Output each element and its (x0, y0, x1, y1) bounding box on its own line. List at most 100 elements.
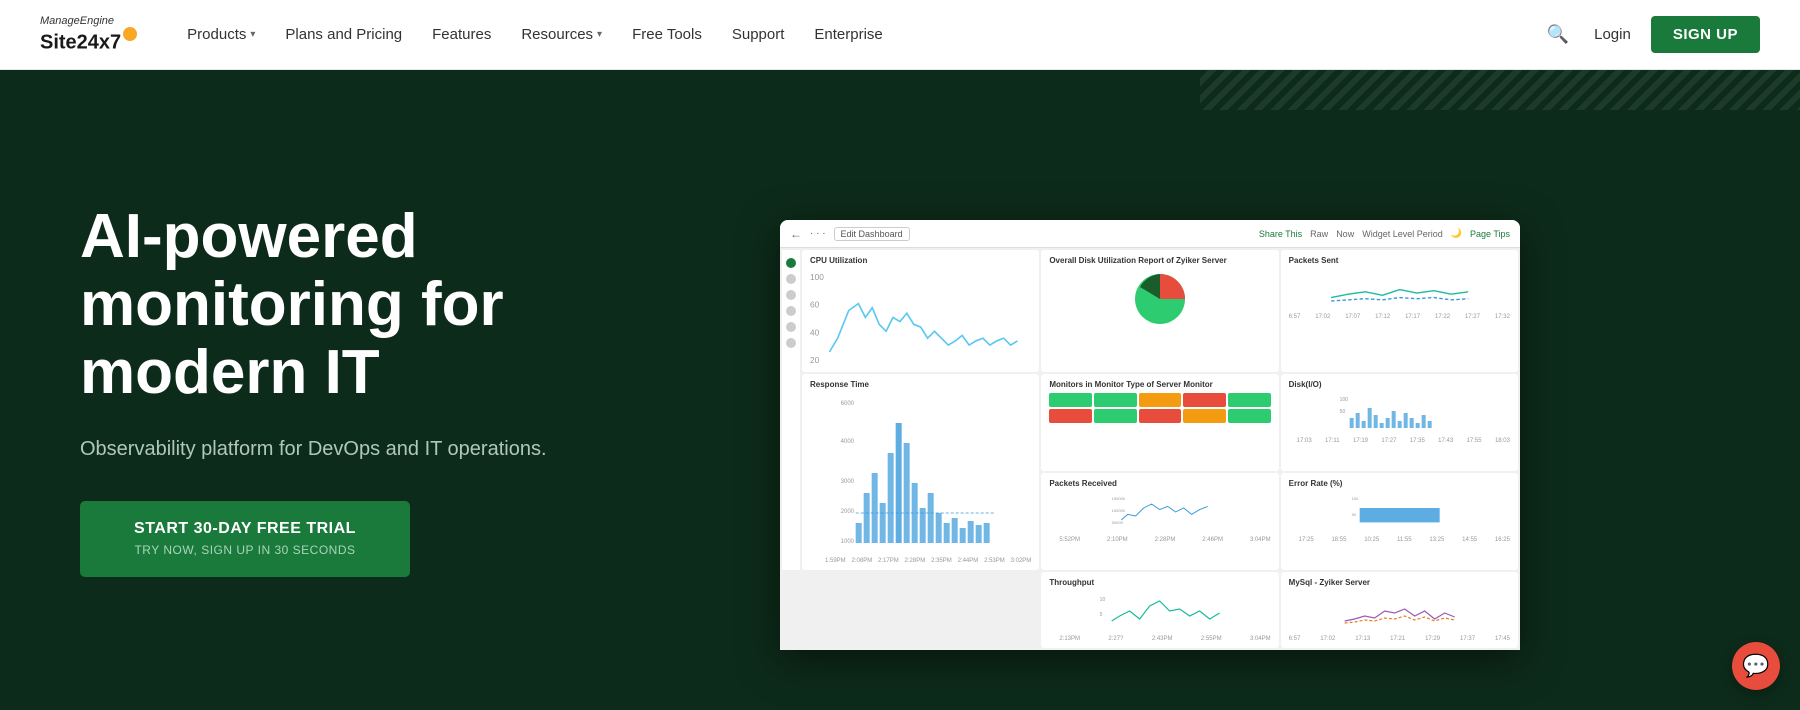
sidebar-dot[interactable] (786, 290, 796, 300)
disk-io-labels: 17:0317:1117:1917:2717:3517:4317:5518:03 (1289, 438, 1510, 444)
monitor-cell (1139, 409, 1182, 423)
dashboard-controls: Share This Raw Now Widget Level Period 🌙… (1259, 228, 1510, 239)
nav-item-support[interactable]: Support (732, 26, 785, 43)
nav-item-features[interactable]: Features (432, 26, 491, 43)
svg-text:1000: 1000 (841, 539, 855, 545)
svg-text:60: 60 (810, 300, 820, 310)
throughput-card: Throughput 10 5 2:13PM2:27?2:43PM2:55PM3… (1041, 572, 1278, 648)
packets-recv-labels: 5:52PM2:10PM2:28PM2:46PM3:04PM (1049, 537, 1270, 543)
mysql-labels: 6:5717:0217:1317:2117:2917:3717:45 (1289, 636, 1510, 642)
page-tips[interactable]: Page Tips (1470, 229, 1510, 239)
packets-received-card: Packets Received 150000 100000 50000 5:5… (1041, 473, 1278, 570)
nav-item-plans[interactable]: Plans and Pricing (285, 26, 402, 43)
disk-io-chart: 100 50 (1289, 393, 1510, 433)
dashboard-dots: · · · (810, 228, 826, 239)
chat-widget[interactable]: 💬 (1732, 642, 1780, 690)
mysql-chart (1289, 591, 1510, 631)
cta-trial-button[interactable]: START 30-DAY FREE TRIAL TRY NOW, SIGN UP… (80, 501, 410, 577)
view-raw: Raw (1310, 229, 1328, 239)
monitors-card: Monitors in Monitor Type of Server Monit… (1041, 374, 1278, 471)
monitor-cell (1183, 393, 1226, 407)
sidebar-dot[interactable] (786, 322, 796, 332)
monitor-cell (1049, 393, 1092, 407)
packets-recv-title: Packets Received (1049, 479, 1270, 488)
dashboard-mockup: ← · · · Edit Dashboard Share This Raw No… (780, 220, 1520, 650)
error-rate-card: Error Rate (%) 100 50 17:2518:5510:2511:… (1281, 473, 1518, 570)
cpu-utilization-card: CPU Utilization 100 60 40 20 2:08PM2:15P… (802, 250, 1039, 372)
svg-text:50: 50 (1339, 409, 1345, 415)
sidebar-dot[interactable] (786, 258, 796, 268)
navbar: ManageEngine Site24x7 Products ▾ Plans a… (0, 0, 1800, 70)
error-rate-labels: 17:2518:5510:2511:5513:2514:5516:25 (1289, 537, 1510, 543)
mysql-title: MySql - Zyiker Server (1289, 578, 1510, 587)
sidebar-dot[interactable] (786, 306, 796, 316)
period-label[interactable]: Widget Level Period (1362, 229, 1443, 239)
monitor-cell (1228, 409, 1271, 423)
signup-button[interactable]: SIGN UP (1651, 16, 1760, 53)
svg-text:3000: 3000 (841, 479, 855, 485)
edit-dashboard-button[interactable]: Edit Dashboard (834, 227, 910, 241)
logo-badge (123, 27, 137, 41)
nav-item-enterprise[interactable]: Enterprise (814, 26, 882, 43)
monitor-cell (1139, 393, 1182, 407)
svg-text:2000: 2000 (841, 509, 855, 515)
search-icon: 🔍 (1547, 24, 1569, 44)
share-label[interactable]: Share This (1259, 229, 1302, 239)
svg-text:50000: 50000 (1112, 520, 1124, 525)
mysql-card: MySql - Zyiker Server 6:5717:0217:1317:2… (1281, 572, 1518, 648)
monitor-status-grid (1049, 393, 1270, 423)
svg-text:100: 100 (1351, 496, 1358, 501)
chevron-down-icon: ▾ (597, 29, 602, 40)
nav-item-free-tools[interactable]: Free Tools (632, 26, 702, 43)
response-labels: 1:59PM2:08PM2:17PM2:28PM2:35PM2:44PM2:53… (810, 558, 1031, 564)
dashboard-topbar: ← · · · Edit Dashboard Share This Raw No… (780, 220, 1520, 248)
pie-chart-svg (1130, 269, 1190, 329)
throughput-title: Throughput (1049, 578, 1270, 587)
sidebar-dot[interactable] (786, 338, 796, 348)
logo-product: Site24x7 (40, 27, 137, 54)
monitor-cell (1049, 409, 1092, 423)
svg-text:6000: 6000 (841, 401, 855, 407)
packets-sent-labels: 6:5717:0217:0717:1217:1717:2217:2717:32 (1289, 314, 1510, 320)
monitors-title: Monitors in Monitor Type of Server Monit… (1049, 380, 1270, 389)
packets-sent-title: Packets Sent (1289, 256, 1510, 265)
hero-left: AI-powered monitoring for modern IT Obse… (0, 70, 780, 710)
hero-subtitle: Observability platform for DevOps and IT… (80, 438, 720, 461)
svg-text:10: 10 (1100, 597, 1106, 603)
login-link[interactable]: Login (1594, 26, 1631, 43)
throughput-chart: 10 5 (1049, 591, 1270, 631)
svg-text:4000: 4000 (841, 439, 855, 445)
back-arrow-icon[interactable]: ← (790, 227, 802, 241)
pie-chart (1049, 269, 1270, 329)
packets-sent-chart (1289, 269, 1510, 309)
view-now: Now (1336, 229, 1354, 239)
response-time-title: Response Time (810, 380, 1031, 389)
logo[interactable]: ManageEngine Site24x7 (40, 15, 137, 54)
svg-text:100: 100 (1339, 397, 1348, 403)
disk-io-card: Disk(I/O) 100 50 (1281, 374, 1518, 471)
dashboard-body: CPU Utilization 100 60 40 20 2:08PM2:15P… (780, 248, 1520, 650)
disk-util-title: Overall Disk Utilization Report of Zyike… (1049, 256, 1270, 265)
chat-icon: 💬 (1742, 653, 1769, 679)
svg-text:5: 5 (1100, 612, 1103, 618)
sidebar-dot[interactable] (786, 274, 796, 284)
hero-title: AI-powered monitoring for modern IT (80, 203, 720, 408)
nav-item-products[interactable]: Products ▾ (187, 26, 255, 43)
disk-utilization-card: Overall Disk Utilization Report of Zyike… (1041, 250, 1278, 372)
svg-text:50: 50 (1351, 512, 1356, 517)
svg-text:150000: 150000 (1112, 496, 1126, 501)
nav-item-resources[interactable]: Resources ▾ (521, 26, 602, 43)
hero-section: AI-powered monitoring for modern IT Obse… (0, 70, 1800, 710)
search-button[interactable]: 🔍 (1542, 19, 1574, 50)
monitor-cell (1228, 393, 1271, 407)
packets-recv-chart: 150000 100000 50000 (1049, 492, 1270, 532)
monitor-cell (1094, 409, 1137, 423)
hero-right: ← · · · Edit Dashboard Share This Raw No… (780, 70, 1800, 710)
logo-company: ManageEngine (40, 15, 137, 27)
monitor-cell (1183, 409, 1226, 423)
svg-text:40: 40 (810, 327, 820, 337)
moon-icon: 🌙 (1451, 228, 1462, 239)
monitor-cell (1094, 393, 1137, 407)
packets-sent-card: Packets Sent 6:5717:0217:0717:1217:1717:… (1281, 250, 1518, 372)
svg-text:100000: 100000 (1112, 508, 1126, 513)
